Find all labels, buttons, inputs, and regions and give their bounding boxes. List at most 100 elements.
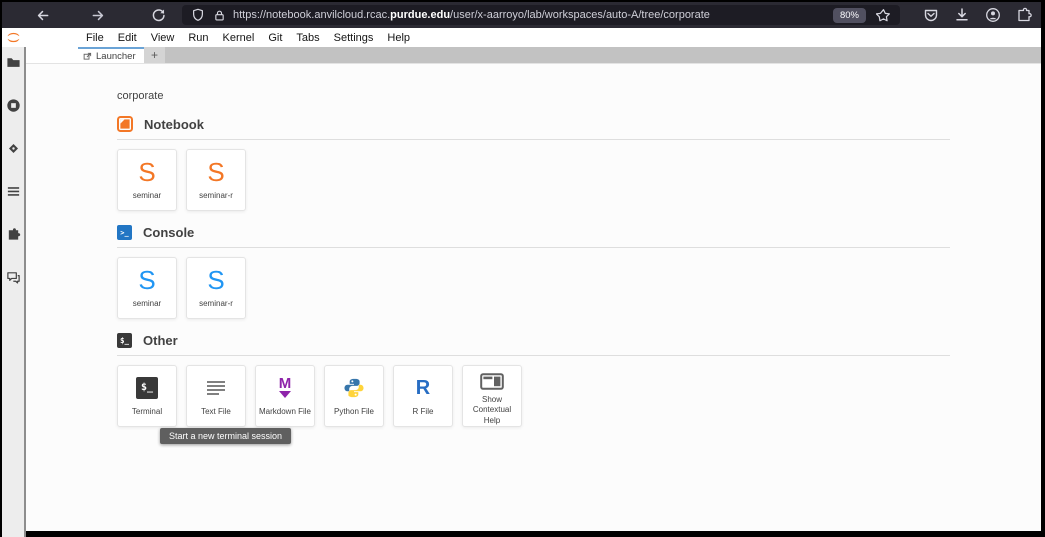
tab-launcher[interactable]: Launcher <box>78 47 144 63</box>
url-text[interactable]: https://notebook.anvilcloud.rcac.purdue.… <box>233 9 825 21</box>
menu-items: File Edit View Run Kernel Git Tabs Setti… <box>79 32 417 44</box>
account-button[interactable] <box>984 6 1002 24</box>
card-terminal[interactable]: $_ Terminal <box>117 365 177 427</box>
section-notebook: Notebook S seminar S seminar-r <box>117 116 950 211</box>
terminal-section-icon: $_ <box>117 333 132 348</box>
sidebar-item-table-of-contents[interactable] <box>5 183 21 199</box>
card-label: Text File <box>199 407 233 417</box>
section-other: $_ Other $_ Terminal Text File <box>117 333 950 427</box>
menu-item-tabs[interactable]: Tabs <box>289 32 326 44</box>
card-python-file[interactable]: Python File <box>324 365 384 427</box>
seminar-r-kernel-icon: S <box>207 159 224 185</box>
card-show-contextual-help[interactable]: Show Contextual Help <box>462 365 522 427</box>
card-notebook-seminar-r[interactable]: S seminar-r <box>186 149 246 211</box>
card-label: Markdown File <box>257 407 313 417</box>
section-title: Console <box>143 225 194 240</box>
card-label: seminar-r <box>197 299 235 309</box>
card-text-file[interactable]: Text File <box>186 365 246 427</box>
terminal-tooltip: Start a new terminal session <box>160 428 291 444</box>
section-console-header: >_ Console <box>117 225 950 248</box>
bookmark-star-button[interactable] <box>876 8 891 23</box>
terminal-icon: $_ <box>136 377 158 399</box>
shield-icon[interactable] <box>191 8 205 22</box>
reload-button[interactable] <box>148 5 168 25</box>
card-label: Python File <box>332 407 376 417</box>
seminar-r-kernel-icon: S <box>207 267 224 293</box>
sidebar-item-chat[interactable] <box>5 269 21 285</box>
new-tab-button[interactable]: + <box>144 47 165 63</box>
notebook-cards: S seminar S seminar-r <box>117 149 950 211</box>
back-arrow-icon <box>35 8 50 23</box>
card-console-seminar[interactable]: S seminar <box>117 257 177 319</box>
seminar-kernel-icon: S <box>138 267 155 293</box>
card-notebook-seminar[interactable]: S seminar <box>117 149 177 211</box>
jupyterlab-menubar: File Edit View Run Kernel Git Tabs Setti… <box>2 28 1041 47</box>
launcher-tab-icon <box>83 52 92 61</box>
card-r-file[interactable]: R R File <box>393 365 453 427</box>
section-other-header: $_ Other <box>117 333 950 356</box>
menu-item-run[interactable]: Run <box>181 32 215 44</box>
menu-item-git[interactable]: Git <box>261 32 289 44</box>
card-console-seminar-r[interactable]: S seminar-r <box>186 257 246 319</box>
sidebar-item-git[interactable] <box>5 140 21 156</box>
reload-icon <box>151 8 166 23</box>
tab-bar-spacer <box>25 47 78 63</box>
toolbar-right-icons <box>922 6 1033 24</box>
lock-icon[interactable] <box>213 9 226 22</box>
downloads-button[interactable] <box>953 6 971 24</box>
back-button[interactable] <box>32 5 52 25</box>
card-label: Show Contextual Help <box>463 395 521 426</box>
card-label: seminar <box>131 191 163 201</box>
account-icon <box>985 7 1001 23</box>
console-icon: >_ <box>117 225 132 240</box>
notebook-icon <box>117 116 133 132</box>
contextual-help-icon <box>480 373 504 390</box>
app-window: https://notebook.anvilcloud.rcac.purdue.… <box>0 0 1045 537</box>
jupyter-logo-icon <box>5 30 22 45</box>
launcher-cwd-label: corporate <box>117 90 1041 102</box>
card-markdown-file[interactable]: M Markdown File <box>255 365 315 427</box>
sidebar-item-extension-manager[interactable] <box>5 226 21 242</box>
folder-icon <box>6 55 21 70</box>
text-file-icon <box>206 379 226 397</box>
star-icon <box>876 8 891 23</box>
menu-item-kernel[interactable]: Kernel <box>216 32 262 44</box>
pocket-icon <box>923 7 939 23</box>
menu-item-help[interactable]: Help <box>380 32 417 44</box>
section-console: >_ Console S seminar S seminar-r <box>117 225 950 319</box>
sidebar-item-running-sessions[interactable] <box>5 97 21 113</box>
other-cards: $_ Terminal Text File M <box>117 365 950 427</box>
card-label: Terminal <box>130 407 164 417</box>
puzzle-icon <box>1016 7 1032 23</box>
running-sessions-icon <box>6 98 21 113</box>
r-icon: R <box>416 378 430 398</box>
tab-launcher-label: Launcher <box>96 51 136 62</box>
dock-tab-bar: Launcher + <box>25 47 1041 63</box>
extension-puzzle-icon <box>6 227 21 242</box>
left-sidebar <box>2 47 26 537</box>
card-label: seminar <box>131 299 163 309</box>
browser-toolbar: https://notebook.anvilcloud.rcac.purdue.… <box>2 2 1041 28</box>
section-title: Notebook <box>144 117 204 132</box>
menu-item-edit[interactable]: Edit <box>111 32 144 44</box>
sidebar-item-file-browser[interactable] <box>5 54 21 70</box>
section-notebook-header: Notebook <box>117 116 950 140</box>
card-label: R File <box>411 407 436 417</box>
forward-button[interactable] <box>88 5 108 25</box>
url-bar[interactable]: https://notebook.anvilcloud.rcac.purdue.… <box>182 5 900 25</box>
menu-item-settings[interactable]: Settings <box>327 32 381 44</box>
console-cards: S seminar S seminar-r <box>117 257 950 319</box>
extensions-button[interactable] <box>1015 6 1033 24</box>
pocket-button[interactable] <box>922 6 940 24</box>
download-icon <box>954 7 970 23</box>
menu-item-view[interactable]: View <box>144 32 182 44</box>
zoom-level-badge[interactable]: 80% <box>833 8 866 23</box>
section-title: Other <box>143 333 178 348</box>
seminar-kernel-icon: S <box>138 159 155 185</box>
chat-icon <box>6 270 21 285</box>
menu-item-file[interactable]: File <box>79 32 111 44</box>
git-icon <box>6 141 21 156</box>
list-icon <box>6 184 21 199</box>
forward-arrow-icon <box>91 8 106 23</box>
launcher-panel: corporate Notebook S seminar S seminar-r <box>26 63 1041 531</box>
